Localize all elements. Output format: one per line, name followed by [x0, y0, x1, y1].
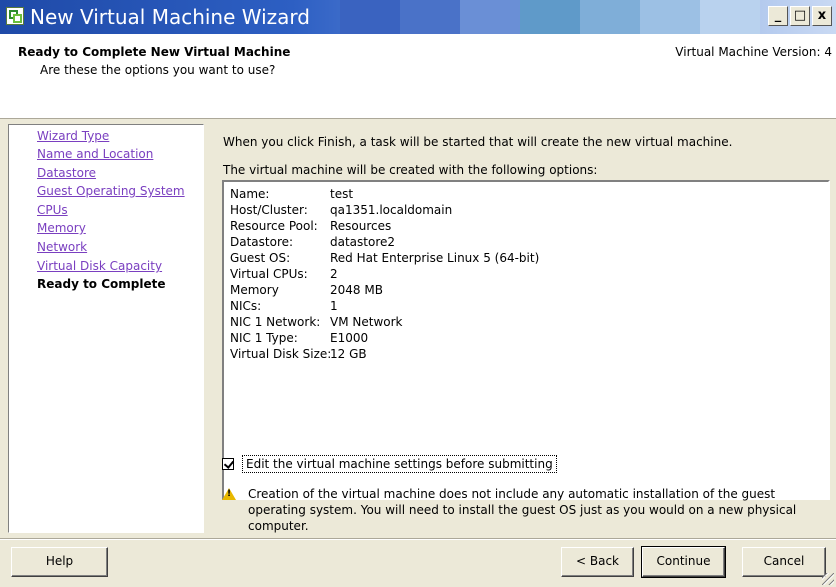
- page-subtitle: Are these the options you want to use?: [40, 63, 276, 77]
- nav-item-name-and-location[interactable]: Name and Location: [37, 147, 153, 161]
- option-value: 2048 MB: [330, 283, 383, 297]
- minimize-button[interactable]: _: [768, 6, 788, 26]
- option-label: Virtual CPUs:: [230, 267, 308, 281]
- wizard-window: New Virtual Machine Wizard _ □ x Ready t…: [0, 0, 836, 587]
- nav-item-cpus[interactable]: CPUs: [37, 203, 68, 217]
- nav-item-guest-os[interactable]: Guest Operating System: [37, 184, 185, 198]
- option-row: Name: test: [230, 187, 353, 201]
- option-label: Memory: [230, 283, 279, 297]
- option-value: Resources: [330, 219, 392, 233]
- wizard-steps-nav: Wizard Type Name and Location Datastore …: [8, 124, 204, 533]
- option-value: 1: [330, 299, 338, 313]
- option-label: Guest OS:: [230, 251, 291, 265]
- window-controls: _ □ x: [768, 6, 832, 26]
- option-row: NIC 1 Type: E1000: [230, 331, 368, 345]
- option-value: 2: [330, 267, 338, 281]
- nav-item-wizard-type[interactable]: Wizard Type: [37, 129, 109, 143]
- help-button[interactable]: Help: [11, 547, 108, 577]
- wizard-content: When you click Finish, a task will be st…: [210, 124, 832, 533]
- option-value: datastore2: [330, 235, 396, 249]
- option-row: Virtual CPUs: 2: [230, 267, 338, 281]
- wizard-header: Ready to Complete New Virtual Machine Ar…: [0, 34, 836, 119]
- option-label: NIC 1 Type:: [230, 331, 298, 345]
- options-label: The virtual machine will be created with…: [223, 163, 598, 177]
- back-button[interactable]: < Back: [561, 547, 634, 577]
- edit-settings-checkbox-row[interactable]: Edit the virtual machine settings before…: [222, 455, 557, 473]
- vm-wizard-icon: [6, 7, 24, 25]
- cancel-button[interactable]: Cancel: [742, 547, 826, 577]
- option-value: qa1351.localdomain: [330, 203, 453, 217]
- option-row: Guest OS: Red Hat Enterprise Linux 5 (64-…: [230, 251, 539, 265]
- edit-settings-checkbox[interactable]: [222, 458, 234, 470]
- option-label: Datastore:: [230, 235, 294, 249]
- nav-item-datastore[interactable]: Datastore: [37, 166, 96, 180]
- warning-text: Creation of the virtual machine does not…: [248, 487, 797, 533]
- option-label: NICs:: [230, 299, 262, 313]
- continue-button[interactable]: Continue: [641, 546, 726, 578]
- option-value: VM Network: [330, 315, 403, 329]
- option-row: Virtual Disk Size:12 GB: [230, 347, 367, 361]
- page-title: Ready to Complete New Virtual Machine: [18, 45, 291, 59]
- option-label: NIC 1 Network:: [230, 315, 321, 329]
- option-row: NIC 1 Network: VM Network: [230, 315, 402, 329]
- close-button[interactable]: x: [812, 6, 832, 26]
- resize-grip-icon[interactable]: [822, 573, 834, 585]
- option-label: Name:: [230, 187, 270, 201]
- edit-settings-label[interactable]: Edit the virtual machine settings before…: [242, 455, 557, 473]
- title-bar-decoration: [340, 0, 760, 34]
- option-value: test: [330, 187, 354, 201]
- nav-item-virtual-disk-capacity[interactable]: Virtual Disk Capacity: [37, 259, 162, 273]
- option-label: Host/Cluster:: [230, 203, 308, 217]
- warning-icon: [222, 488, 236, 500]
- title-bar[interactable]: New Virtual Machine Wizard _ □ x: [0, 0, 836, 34]
- nav-item-memory[interactable]: Memory: [37, 221, 86, 235]
- maximize-button[interactable]: □: [790, 6, 810, 26]
- footer-divider: [0, 538, 836, 540]
- vm-version-label: Virtual Machine Version: 4: [675, 45, 832, 59]
- nav-item-ready-to-complete: Ready to Complete: [37, 277, 166, 291]
- option-row: Host/Cluster: qa1351.localdomain: [230, 203, 452, 217]
- option-row: Memory 2048 MB: [230, 283, 383, 297]
- option-row: Datastore: datastore2: [230, 235, 395, 249]
- options-summary-box[interactable]: Name: test Host/Cluster: qa1351.localdomai…: [222, 180, 830, 500]
- intro-text: When you click Finish, a task will be st…: [223, 135, 733, 149]
- option-label: Virtual Disk Size:: [230, 347, 332, 361]
- window-title: New Virtual Machine Wizard: [30, 5, 310, 29]
- option-row: NICs: 1: [230, 299, 338, 313]
- option-value: Red Hat Enterprise Linux 5 (64-bit): [330, 251, 540, 265]
- option-row: Resource Pool: Resources: [230, 219, 391, 233]
- nav-item-network[interactable]: Network: [37, 240, 87, 254]
- option-label: Resource Pool:: [230, 219, 318, 233]
- option-value: 12 GB: [330, 347, 367, 361]
- option-value: E1000: [330, 331, 369, 345]
